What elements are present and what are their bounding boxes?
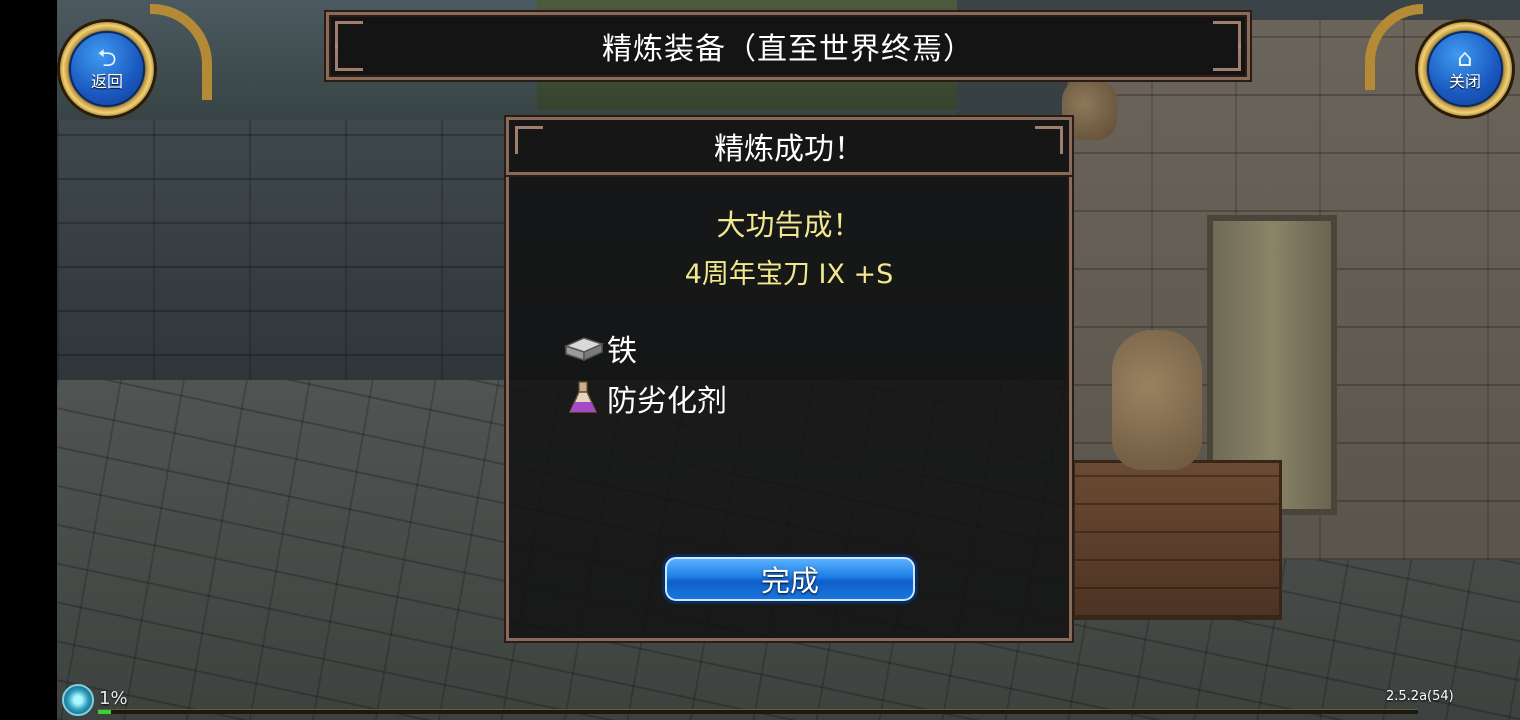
frame-corner-ornament — [515, 126, 543, 154]
close-button[interactable]: ⌂ 关闭 — [1415, 19, 1515, 119]
progress-bar — [98, 709, 1418, 714]
frame-corner-ornament — [1035, 126, 1063, 154]
material-item: 防劣化剂 — [561, 376, 727, 420]
back-arrow-icon: ⮌ — [97, 44, 117, 72]
version-label: 2.5.2a(54) — [1386, 689, 1454, 704]
close-button-label: 关闭 — [1448, 72, 1481, 91]
dialog-body: 大功告成！ 4周年宝刀 IX +S 铁 防劣化剂 完成 — [506, 165, 1072, 641]
frame-corner-ornament — [1213, 43, 1241, 71]
back-button[interactable]: ⮌ 返回 — [57, 19, 157, 119]
done-button[interactable]: 完成 — [662, 554, 918, 604]
material-name: 铁 — [607, 334, 637, 369]
page-title-bar: 精炼装备（直至世界终焉） — [326, 12, 1250, 80]
scene-wooden-crate — [1072, 460, 1282, 620]
item-name: 4周年宝刀 IX +S — [684, 259, 894, 290]
close-button-face: ⌂ 关闭 — [1427, 31, 1503, 107]
dialog-header: 精炼成功！ — [506, 117, 1072, 175]
material-name: 防劣化剂 — [607, 384, 727, 419]
status-orb-icon — [62, 684, 94, 716]
scene-stone-wall — [57, 120, 507, 400]
refine-result-dialog: 大功告成！ 4周年宝刀 IX +S 铁 防劣化剂 完成 精炼成功！ — [496, 113, 1082, 643]
frame-corner-ornament — [335, 43, 363, 71]
done-button-label: 完成 — [760, 564, 819, 598]
result-message: 大功告成！ — [716, 208, 862, 242]
home-icon: ⌂ — [1457, 44, 1473, 72]
scene-sack — [1112, 330, 1202, 470]
progress-bar-fill — [98, 710, 112, 714]
progress-percent: 1% — [99, 688, 128, 709]
material-item: 铁 — [561, 326, 637, 370]
dialog-title: 精炼成功！ — [714, 132, 864, 167]
page-title: 精炼装备（直至世界终焉） — [602, 32, 974, 67]
back-button-label: 返回 — [90, 72, 123, 91]
potion-flask-icon — [561, 378, 605, 418]
back-button-face: ⮌ 返回 — [69, 31, 145, 107]
iron-ingot-icon — [561, 328, 605, 368]
